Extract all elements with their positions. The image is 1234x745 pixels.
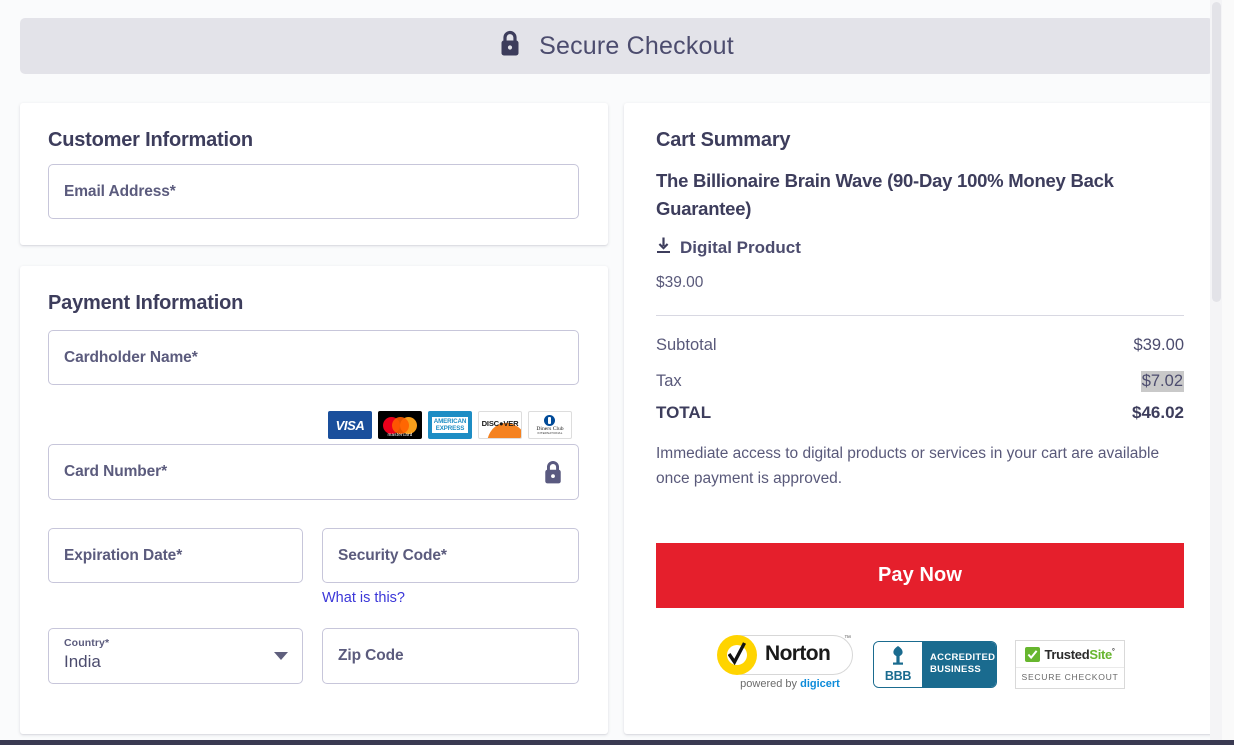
- pay-now-button[interactable]: Pay Now: [656, 543, 1184, 608]
- subtotal-value: $39.00: [1133, 336, 1184, 354]
- card-number-placeholder: Card Number*: [64, 463, 168, 480]
- email-placeholder: Email Address*: [64, 182, 176, 200]
- subtotal-label: Subtotal: [656, 336, 717, 354]
- subtotal-row: Subtotal $39.00: [656, 336, 1184, 355]
- trust-badges: Norton ™ powered by digicert BBB ACCREDI…: [656, 633, 1184, 695]
- bbb-line2: BUSINESS: [930, 664, 981, 675]
- trustedsite-superscript: °: [1112, 648, 1115, 656]
- zip-code-placeholder: Zip Code: [338, 647, 404, 664]
- customer-information-card: Customer Information Email Address*: [20, 103, 608, 245]
- card-number-input[interactable]: Card Number*: [48, 444, 579, 500]
- bottom-strip: [0, 740, 1234, 745]
- cart-summary-card: Cart Summary The Billionaire Brain Wave …: [624, 103, 1213, 734]
- checkmark-icon: [1025, 646, 1041, 662]
- security-code-input[interactable]: Security Code*: [322, 528, 579, 583]
- digicert-label: digicert: [800, 678, 840, 690]
- scrollbar-thumb[interactable]: [1212, 2, 1221, 302]
- lock-icon: [499, 30, 521, 62]
- lock-icon: [543, 460, 563, 485]
- norton-check-icon: [728, 642, 746, 666]
- bbb-badge: BBB ACCREDITED BUSINESS ®: [873, 640, 997, 688]
- checkout-page: Secure Checkout Customer Information Ema…: [0, 0, 1222, 745]
- diners-club-icon: Diners Club INTERNATIONAL: [528, 411, 572, 439]
- digital-access-note: Immediate access to digital products or …: [656, 445, 1160, 487]
- cart-summary-title: Cart Summary: [656, 129, 791, 151]
- mastercard-icon: mastercard: [378, 411, 422, 439]
- total-row: TOTAL $46.02: [656, 403, 1184, 423]
- norton-sub-prefix: powered by: [740, 678, 801, 690]
- product-type-row: Digital Product: [656, 237, 801, 259]
- what-is-this-link[interactable]: What is this?: [322, 590, 405, 606]
- trustedsite-name-green: Site: [1089, 646, 1112, 662]
- cardholder-name-input[interactable]: Cardholder Name*: [48, 330, 579, 385]
- expiration-date-input[interactable]: Expiration Date*: [48, 528, 303, 583]
- cardholder-name-placeholder: Cardholder Name*: [64, 348, 198, 366]
- page-title: Secure Checkout: [539, 31, 734, 60]
- norton-trademark: ™: [844, 635, 851, 642]
- customer-information-title: Customer Information: [48, 129, 253, 151]
- tax-value: $7.02: [1140, 371, 1184, 392]
- product-name: The Billionaire Brain Wave (90-Day 100% …: [656, 170, 1114, 219]
- tax-row: Tax $7.02: [656, 371, 1184, 392]
- amex-label-line1: AMERICAN: [433, 417, 467, 425]
- security-code-placeholder: Security Code*: [338, 546, 447, 564]
- trustedsite-badge: TrustedSite° SECURE CHECKOUT: [1015, 639, 1125, 689]
- mastercard-label: mastercard: [387, 432, 413, 437]
- norton-badge: Norton ™ powered by digicert: [715, 633, 855, 695]
- diners-sublabel: INTERNATIONAL: [537, 431, 563, 436]
- download-icon: [656, 237, 671, 259]
- bbb-torch-icon: [893, 645, 903, 665]
- total-label: TOTAL: [656, 403, 712, 422]
- payment-information-title: Payment Information: [48, 292, 244, 314]
- product-price: $39.00: [656, 274, 704, 291]
- bbb-acronym: BBB: [884, 668, 912, 683]
- country-select[interactable]: Country* India: [48, 628, 303, 684]
- tax-label: Tax: [656, 372, 682, 390]
- discover-label: DISC●VER: [481, 418, 519, 428]
- visa-label: VISA: [335, 417, 365, 433]
- american-express-icon: AMERICAN EXPRESS: [428, 411, 472, 439]
- page-scrollbar[interactable]: [1210, 0, 1222, 745]
- trustedsite-name-dark: Trusted: [1044, 646, 1090, 662]
- country-label: Country*: [64, 637, 110, 649]
- bbb-line1: ACCREDITED: [930, 652, 996, 663]
- summary-divider: [656, 315, 1184, 316]
- expiration-date-placeholder: Expiration Date*: [64, 546, 183, 564]
- visa-icon: VISA: [328, 411, 372, 439]
- norton-label: Norton: [765, 642, 831, 665]
- total-value: $46.02: [1132, 403, 1184, 422]
- payment-information-card: Payment Information Cardholder Name* Car…: [20, 266, 608, 734]
- zip-code-input[interactable]: Zip Code: [322, 628, 579, 684]
- chevron-down-icon[interactable]: [274, 652, 288, 660]
- accepted-card-brands: VISA mastercard AMERICAN EXPRESS DISC●VE…: [328, 411, 572, 439]
- email-input[interactable]: Email Address*: [48, 164, 579, 219]
- product-type-label: Digital Product: [680, 238, 801, 257]
- discover-icon: DISC●VER: [478, 411, 522, 439]
- country-value: India: [64, 652, 101, 671]
- secure-checkout-header: Secure Checkout: [20, 18, 1213, 74]
- trustedsite-sublabel: SECURE CHECKOUT: [1016, 666, 1124, 682]
- amex-label-line2: EXPRESS: [435, 425, 465, 432]
